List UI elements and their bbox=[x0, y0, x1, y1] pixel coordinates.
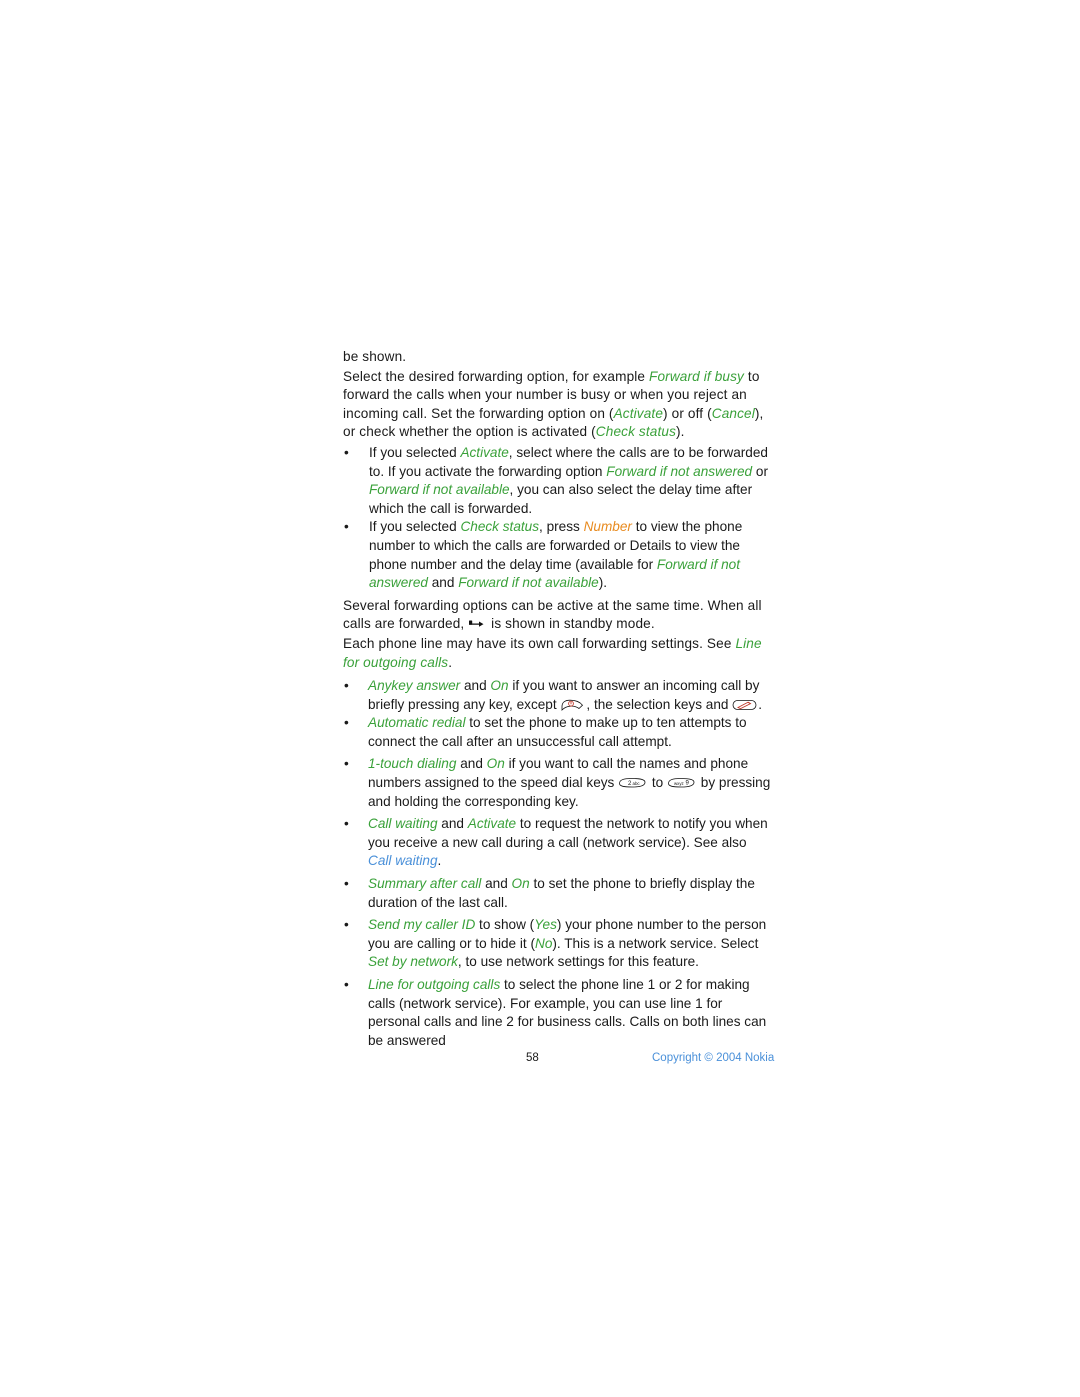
list-item: • Anykey answer and On if you want to an… bbox=[343, 677, 773, 714]
emphasis-activate-2: Activate bbox=[460, 444, 509, 460]
emphasis-number: Number bbox=[583, 519, 632, 535]
list-item: • Line for outgoing calls to select the … bbox=[343, 976, 773, 1050]
bullet-marker: • bbox=[344, 756, 349, 772]
bullet-marker: • bbox=[344, 917, 349, 933]
emphasis-yes: Yes bbox=[534, 917, 557, 933]
svg-text:2: 2 bbox=[628, 781, 632, 787]
list-item: • Summary after call and On to set the p… bbox=[343, 875, 773, 912]
emphasis-send-my-caller-id: Send my caller ID bbox=[368, 917, 476, 933]
bullet-marker: • bbox=[344, 444, 349, 460]
paragraph-be-shown: be shown. bbox=[343, 348, 773, 367]
text-select-1: Select the desired forwarding option, fo… bbox=[343, 368, 650, 384]
emphasis-line-for-outgoing-calls-2: Line for outgoing calls bbox=[368, 977, 501, 992]
call-forward-icon bbox=[468, 618, 487, 630]
emphasis-1-touch-dialing: 1-touch dialing bbox=[368, 756, 457, 772]
svg-text:wxyz: wxyz bbox=[674, 781, 684, 786]
bullet-marker: • bbox=[344, 678, 349, 694]
emphasis-forward-if-not-available-2: Forward if not available bbox=[458, 575, 599, 591]
emphasis-call-waiting: Call waiting bbox=[368, 816, 438, 832]
emphasis-check-status-2: Check status bbox=[460, 519, 540, 535]
text-be-shown: be shown. bbox=[343, 349, 407, 364]
emphasis-check-status: Check status bbox=[595, 424, 677, 440]
text-b8-1: to show ( bbox=[475, 917, 535, 933]
text-b7-1: and bbox=[481, 876, 512, 892]
text-b8-4: , to use network settings for this featu… bbox=[457, 954, 699, 970]
end-call-key-icon bbox=[560, 698, 586, 712]
sub-bullet-list: • If you selected Activate, select where… bbox=[343, 444, 773, 593]
edit-pen-key-icon bbox=[732, 698, 758, 710]
list-item: • If you selected Activate, select where… bbox=[343, 444, 773, 518]
bullet-marker: • bbox=[344, 715, 349, 731]
list-item-text: Call waiting and Activate to request the… bbox=[368, 815, 773, 871]
paragraph-select-forwarding: Select the desired forwarding option, fo… bbox=[343, 368, 773, 442]
list-item-text: Line for outgoing calls to select the ph… bbox=[368, 976, 773, 1050]
page-body: be shown. Select the desired forwarding … bbox=[343, 348, 773, 1050]
list-item-text: If you selected Check status, press Numb… bbox=[369, 518, 773, 592]
list-item: • Automatic redial to set the phone to m… bbox=[343, 714, 773, 751]
bullet-marker: • bbox=[344, 816, 349, 832]
bullet-marker: • bbox=[344, 876, 349, 892]
text-b5-1: and bbox=[456, 756, 487, 772]
text-b3-3: , the selection keys and bbox=[586, 696, 733, 712]
text-b2-2: , press bbox=[539, 519, 584, 535]
emphasis-summary-after-call: Summary after call bbox=[368, 876, 482, 892]
list-item: • Send my caller ID to show (Yes) your p… bbox=[343, 916, 773, 972]
list-item-text: Send my caller ID to show (Yes) your pho… bbox=[368, 916, 773, 972]
text-eachline-1: Each phone line may have its own call fo… bbox=[343, 635, 736, 651]
text-b2-5: ). bbox=[598, 575, 608, 591]
text-b5-3: to bbox=[648, 775, 668, 791]
document-page: be shown. Select the desired forwarding … bbox=[0, 0, 1080, 1397]
list-item: • 1-touch dialing and On if you want to … bbox=[343, 755, 773, 811]
text-b6-3: . bbox=[437, 853, 442, 869]
text-select-5: ). bbox=[676, 424, 685, 440]
text-b2-4: and bbox=[427, 575, 459, 591]
emphasis-set-by-network: Set by network bbox=[368, 954, 458, 970]
list-item: • If you selected Check status, press Nu… bbox=[343, 518, 773, 592]
emphasis-forward-if-not-answered: Forward if not answered bbox=[606, 463, 753, 479]
emphasis-forward-if-busy: Forward if busy bbox=[649, 368, 744, 384]
emphasis-on-3: On bbox=[511, 876, 530, 892]
text-eachline-2: . bbox=[448, 654, 453, 670]
svg-text:9: 9 bbox=[686, 781, 690, 787]
link-call-waiting[interactable]: Call waiting bbox=[368, 853, 438, 868]
paragraph-several-forwarding: Several forwarding options can be active… bbox=[343, 597, 773, 634]
emphasis-on-1: On bbox=[490, 678, 509, 694]
key-2abc-icon: 2 abc bbox=[618, 776, 648, 788]
text-b6-1: and bbox=[437, 816, 468, 832]
svg-text:abc: abc bbox=[633, 781, 641, 786]
paragraph-each-phone-line: Each phone line may have its own call fo… bbox=[343, 635, 773, 672]
emphasis-forward-if-not-available: Forward if not available bbox=[369, 482, 510, 498]
emphasis-automatic-redial: Automatic redial bbox=[368, 715, 466, 731]
list-item: • Call waiting and Activate to request t… bbox=[343, 815, 773, 871]
list-item-text: Anykey answer and On if you want to answ… bbox=[368, 677, 773, 714]
text-select-3: ) or off ( bbox=[663, 405, 712, 421]
text-several-2: is shown in standby mode. bbox=[487, 616, 655, 632]
list-item-text: If you selected Activate, select where t… bbox=[369, 444, 773, 518]
text-b1-1: If you selected bbox=[369, 444, 461, 460]
emphasis-on-2: On bbox=[486, 756, 505, 772]
text-b8-3: ). This is a network service. Select bbox=[552, 935, 759, 951]
copyright-notice: Copyright © 2004 Nokia bbox=[652, 1052, 775, 1064]
text-b3-1: and bbox=[460, 678, 491, 694]
page-number: 58 bbox=[526, 1052, 539, 1064]
text-b1-3: or bbox=[752, 463, 768, 479]
emphasis-no: No bbox=[535, 935, 553, 951]
emphasis-cancel: Cancel bbox=[711, 405, 755, 421]
emphasis-activate-3: Activate bbox=[467, 816, 517, 832]
emphasis-activate: Activate bbox=[613, 405, 664, 421]
text-b2-1: If you selected bbox=[369, 519, 461, 535]
bullet-marker: • bbox=[344, 519, 349, 535]
list-item-text: Automatic redial to set the phone to mak… bbox=[368, 714, 773, 751]
emphasis-anykey-answer: Anykey answer bbox=[368, 678, 461, 694]
key-9wxyz-icon: wxyz 9 bbox=[667, 776, 697, 788]
text-b3-4: . bbox=[758, 696, 763, 712]
list-item-text: Summary after call and On to set the pho… bbox=[368, 875, 773, 912]
bullet-marker: • bbox=[344, 977, 349, 992]
list-item-text: 1-touch dialing and On if you want to ca… bbox=[368, 755, 773, 811]
